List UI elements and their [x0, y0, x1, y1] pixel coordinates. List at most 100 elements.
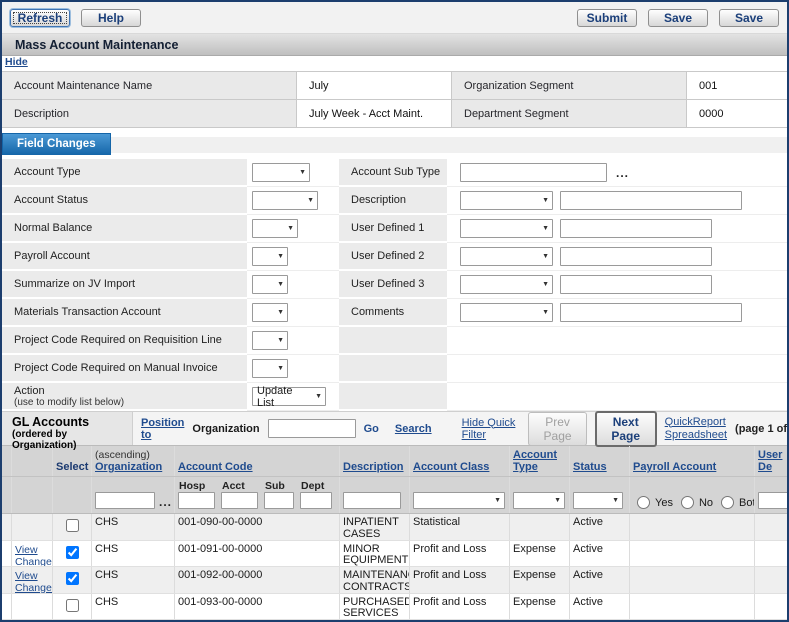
account-type-filter-select[interactable]: ▼	[513, 492, 565, 509]
description-input[interactable]	[560, 191, 742, 210]
account-code-filter-cell: Hosp Acct Sub Dept	[175, 477, 340, 513]
refresh-button[interactable]: Refresh	[10, 9, 70, 27]
status-cell: Active	[570, 541, 630, 567]
description-mode-select[interactable]: ▼	[460, 191, 553, 210]
field-label-project-code-requisition: Project Code Required on Requisition Lin…	[2, 327, 247, 355]
comments-input[interactable]	[560, 303, 742, 322]
row-select-checkbox[interactable]	[66, 546, 79, 559]
organization-sort-link[interactable]: Organization	[95, 461, 171, 473]
description-filter-input[interactable]	[343, 492, 401, 509]
search-link[interactable]: Search	[395, 423, 432, 435]
account-type-sort-link[interactable]: Account Type	[513, 449, 566, 473]
sort-ascending-note: (ascending)	[95, 449, 171, 461]
account-class-sort-link[interactable]: Account Class	[413, 461, 506, 473]
dept-filter-input[interactable]	[300, 492, 332, 509]
go-link[interactable]: Go	[364, 423, 379, 435]
user-defined-2-input[interactable]	[560, 247, 712, 266]
row-select-checkbox[interactable]	[66, 519, 79, 532]
chevron-down-icon: ▼	[287, 225, 294, 232]
ellipsis-lookup-button[interactable]: ...	[614, 166, 631, 180]
account-code-cell: 001-092-00-0000	[175, 567, 340, 593]
materials-transaction-select[interactable]: ▼	[252, 303, 288, 322]
organization-lookup-button[interactable]: ...	[157, 495, 174, 509]
user-defined-filter-input[interactable]	[758, 492, 787, 509]
organization-cell: CHS	[92, 594, 175, 620]
submit-button[interactable]: Submit	[577, 9, 637, 27]
account-type-cell	[510, 514, 570, 540]
chevron-down-icon: ▼	[542, 309, 549, 316]
empty-field-label	[339, 383, 447, 411]
table-row: CHS 001-090-00-0000 INPATIENT CASES Stat…	[2, 514, 787, 541]
chevron-down-icon: ▼	[277, 281, 284, 288]
hide-link[interactable]: Hide	[5, 56, 28, 68]
select-cell	[53, 541, 92, 567]
summarize-jv-import-select[interactable]: ▼	[252, 275, 288, 294]
user-defined-2-mode-select[interactable]: ▼	[460, 247, 553, 266]
next-page-button[interactable]: Next Page	[595, 411, 657, 447]
acct-filter-input[interactable]	[221, 492, 258, 509]
spacer-cell	[2, 477, 12, 513]
spacer-cell	[2, 514, 12, 540]
user-defined-3-mode-select[interactable]: ▼	[460, 275, 553, 294]
description-cell: PURCHASED SERVICES	[340, 594, 410, 620]
user-defined-1-input[interactable]	[560, 219, 712, 238]
payroll-account-sort-link[interactable]: Payroll Account	[633, 461, 751, 473]
payroll-no-radio[interactable]	[681, 496, 694, 509]
select-cell	[53, 594, 92, 620]
action-select[interactable]: Update List▼	[252, 387, 326, 406]
chevron-down-icon: ▼	[277, 337, 284, 344]
chevron-down-icon: ▼	[542, 281, 549, 288]
account-status-select[interactable]: ▼	[252, 191, 318, 210]
sub-filter-input[interactable]	[264, 492, 294, 509]
help-button[interactable]: Help	[81, 9, 141, 27]
project-code-manual-invoice-select[interactable]: ▼	[252, 359, 288, 378]
empty-field-label	[339, 327, 447, 355]
account-code-sort-link[interactable]: Account Code	[178, 461, 336, 473]
maintenance-summary-table: Account Maintenance Name July Organizati…	[2, 71, 787, 128]
quick-report-link[interactable]: QuickReport	[665, 416, 727, 429]
project-code-requisition-select[interactable]: ▼	[252, 331, 288, 350]
save-button-1[interactable]: Save	[648, 9, 708, 27]
account-class-cell: Statistical	[410, 514, 510, 540]
view-changes-cell: View Changes	[12, 567, 53, 593]
user-defined-1-mode-select[interactable]: ▼	[460, 219, 553, 238]
description-sort-link[interactable]: Description	[343, 461, 406, 473]
prev-page-button[interactable]: Prev Page	[528, 412, 586, 446]
account-class-filter-select[interactable]: ▼	[413, 492, 505, 509]
hide-quick-filter-link[interactable]: Hide Quick Filter	[462, 417, 521, 441]
chevron-down-icon: ▼	[494, 497, 501, 504]
payroll-both-radio[interactable]	[721, 496, 734, 509]
table-header-row: Select (ascending)Organization Account C…	[2, 446, 787, 477]
position-to-link[interactable]: Position to	[141, 417, 184, 441]
chevron-down-icon: ▼	[299, 169, 306, 176]
payroll-account-cell	[630, 594, 755, 620]
organization-filter-input[interactable]	[95, 492, 155, 509]
field-label-payroll-account: Payroll Account	[2, 243, 247, 271]
account-type-cell: Expense	[510, 541, 570, 567]
spacer-cell	[2, 567, 12, 593]
payroll-account-cell	[630, 567, 755, 593]
view-changes-link[interactable]: View Changes	[15, 570, 53, 593]
tab-field-changes[interactable]: Field Changes	[2, 133, 111, 155]
payroll-account-select[interactable]: ▼	[252, 247, 288, 266]
user-defined-sort-link[interactable]: User De	[758, 449, 784, 473]
hosp-filter-input[interactable]	[178, 492, 215, 509]
status-sort-link[interactable]: Status	[573, 461, 626, 473]
user-defined-3-input[interactable]	[560, 275, 712, 294]
row-select-checkbox[interactable]	[66, 599, 79, 612]
status-filter-select[interactable]: ▼	[573, 492, 623, 509]
status-column-header: Status	[570, 446, 630, 476]
account-type-select[interactable]: ▼	[252, 163, 310, 182]
row-select-checkbox[interactable]	[66, 572, 79, 585]
spreadsheet-link[interactable]: Spreadsheet	[665, 429, 727, 442]
comments-mode-select[interactable]: ▼	[460, 303, 553, 322]
view-changes-link[interactable]: View Changes	[15, 544, 53, 567]
save-button-2[interactable]: Save	[719, 9, 779, 27]
normal-balance-select[interactable]: ▼	[252, 219, 298, 238]
position-to-input[interactable]	[268, 419, 356, 438]
account-sub-type-input[interactable]	[460, 163, 607, 182]
top-toolbar: Refresh Help Submit Save Save	[2, 2, 787, 34]
payroll-yes-radio[interactable]	[637, 496, 650, 509]
description-column-header: Description	[340, 446, 410, 476]
field-label-account-sub-type: Account Sub Type	[339, 159, 447, 187]
